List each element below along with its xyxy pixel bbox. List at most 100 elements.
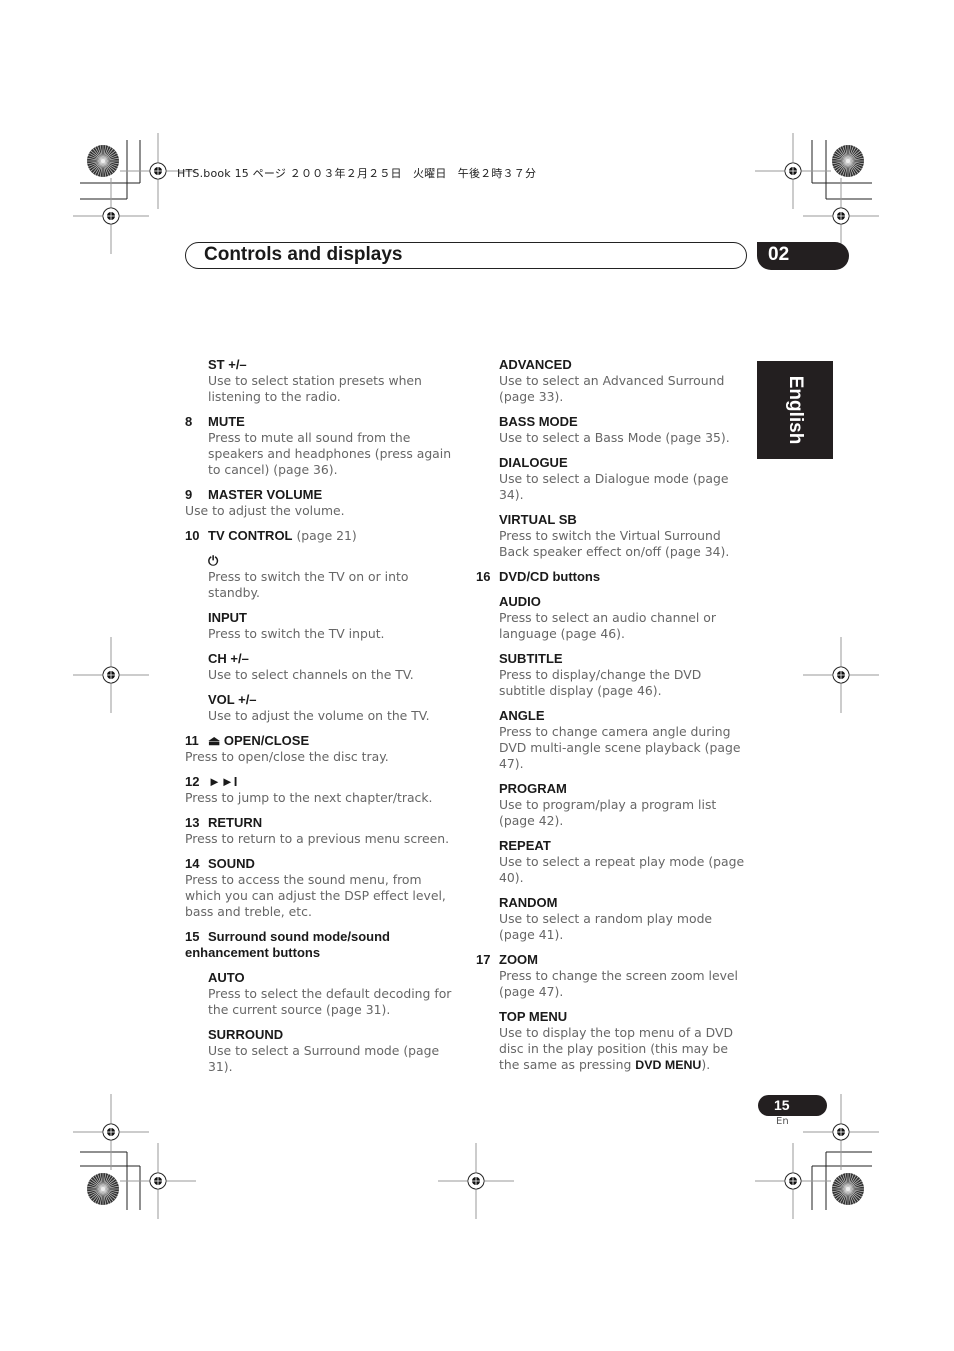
entry-heading: BASS MODE xyxy=(476,414,751,430)
registration-mark-icon xyxy=(73,178,149,254)
entry-description: Press to display/change the DVD subtitle… xyxy=(476,667,751,699)
registration-mark-icon xyxy=(73,637,149,713)
entry-title: Surround sound mode/sound enhancement bu… xyxy=(185,929,390,960)
entry-title: INPUT xyxy=(208,610,247,625)
color-target-icon xyxy=(87,145,119,177)
description-text: Use to adjust the volume. xyxy=(185,503,345,518)
page-number-badge xyxy=(758,1095,827,1116)
description-text: Use to select a random play mode (page 4… xyxy=(499,911,713,942)
description-text: Press to switch the TV on or into standb… xyxy=(208,569,409,600)
entry-heading: 13 RETURN xyxy=(185,815,460,831)
entry-description: Press to mute all sound from the speaker… xyxy=(185,430,460,478)
page-number: 15 xyxy=(774,1097,790,1113)
power-icon: ⏻ xyxy=(208,553,219,568)
entry-title: AUTO xyxy=(208,970,245,985)
entry-number: 12 xyxy=(185,774,200,789)
control-entry: SURROUND Use to select a Surround mode (p… xyxy=(185,1027,460,1075)
description-text: Use to select an Advanced Surround (page… xyxy=(499,373,725,404)
entry-description: Press to return to a previous menu scree… xyxy=(185,831,460,847)
description-text: Use to select a Bass Mode (page 35). xyxy=(499,430,730,445)
entry-title: MASTER VOLUME xyxy=(208,487,323,502)
description-text: Use to select a Surround mode (page 31). xyxy=(208,1043,440,1074)
entry-heading: 15 Surround sound mode/sound enhancement … xyxy=(185,929,460,961)
entry-heading: AUDIO xyxy=(476,594,751,610)
control-entry: 10 TV CONTROL (page 21) xyxy=(185,528,460,544)
description-text: Press to display/change the DVD subtitle… xyxy=(499,667,702,698)
control-entry: 16 DVD/CD buttons xyxy=(476,569,751,585)
entry-heading: RANDOM xyxy=(476,895,751,911)
entry-heading: VOL +/– xyxy=(185,692,460,708)
entry-description: Press to switch the TV input. xyxy=(185,626,460,642)
entry-heading: 12 ►►I xyxy=(185,774,460,790)
control-entry: 17 ZOOM Press to change the screen zoom le… xyxy=(476,952,751,1000)
control-entry: ⏻ Press to switch the TV on or into stand… xyxy=(185,553,460,601)
description-text: Press to switch the Virtual Surround Bac… xyxy=(499,528,730,559)
entry-heading: TOP MENU xyxy=(476,1009,751,1025)
entry-description: Use to select a random play mode (page 4… xyxy=(476,911,751,943)
control-entry: RANDOM Use to select a random play mode (… xyxy=(476,895,751,943)
entry-description: Use to program/play a program list (page… xyxy=(476,797,751,829)
language-tab: English xyxy=(757,361,833,459)
entry-title: AUDIO xyxy=(499,594,541,609)
entry-heading: DIALOGUE xyxy=(476,455,751,471)
entry-title: ZOOM xyxy=(499,952,538,967)
entry-heading: 16 DVD/CD buttons xyxy=(476,569,751,585)
entry-number: 9 xyxy=(185,487,193,502)
entry-heading: VIRTUAL SB xyxy=(476,512,751,528)
entry-title: REPEAT xyxy=(499,838,551,853)
left-column: ST +/– Use to select station presets when… xyxy=(185,357,460,1084)
entry-heading: 8 MUTE xyxy=(185,414,460,430)
control-entry: PROGRAM Use to program/play a program lis… xyxy=(476,781,751,829)
entry-number: 11 xyxy=(185,733,199,748)
entry-description: Press to change camera angle during DVD … xyxy=(476,724,751,772)
registration-mark-icon xyxy=(120,1143,196,1219)
entry-heading: REPEAT xyxy=(476,838,751,854)
entry-number: 10 xyxy=(185,528,200,543)
description-text: Press to switch the TV input. xyxy=(208,626,385,641)
control-entry: BASS MODE Use to select a Bass Mode (page… xyxy=(476,414,751,446)
entry-description: Use to select a Surround mode (page 31). xyxy=(185,1043,460,1075)
entry-heading: ANGLE xyxy=(476,708,751,724)
control-entry: REPEAT Use to select a repeat play mode (… xyxy=(476,838,751,886)
print-info: HTS.book 15 ページ ２００３年２月２５日 火曜日 午後２時３７分 xyxy=(177,167,537,180)
description-text: Press to open/close the disc tray. xyxy=(185,749,389,764)
page-language: En xyxy=(776,1116,789,1127)
control-entry: AUDIO Press to select an audio channel or… xyxy=(476,594,751,642)
control-entry: DIALOGUE Use to select a Dialogue mode (p… xyxy=(476,455,751,503)
control-entry: ST +/– Use to select station presets when… xyxy=(185,357,460,405)
entry-number: 15 xyxy=(185,929,200,944)
control-entry: 8 MUTE Press to mute all sound from the sp… xyxy=(185,414,460,478)
entry-title: SURROUND xyxy=(208,1027,284,1042)
entry-title: DIALOGUE xyxy=(499,455,568,470)
entry-description: Press to select an audio channel or lang… xyxy=(476,610,751,642)
registration-mark-icon xyxy=(438,1143,514,1219)
control-entry: 9 MASTER VOLUME Use to adjust the volume. xyxy=(185,487,460,519)
control-entry: 11 ⏏ OPEN/CLOSE Press to open/close the di… xyxy=(185,733,460,765)
registration-mark-icon xyxy=(755,1143,831,1219)
entry-description: Use to select an Advanced Surround (page… xyxy=(476,373,751,405)
entry-heading: ST +/– xyxy=(185,357,460,373)
entry-description: Press to switch the Virtual Surround Bac… xyxy=(476,528,751,560)
entry-title: TV CONTROL xyxy=(208,528,293,543)
control-entry: CH +/– Use to select channels on the TV. xyxy=(185,651,460,683)
entry-heading: 14 SOUND xyxy=(185,856,460,872)
entry-description: Use to adjust the volume. xyxy=(185,503,460,519)
entry-heading: ADVANCED xyxy=(476,357,751,373)
description-text: Use to program/play a program list (page… xyxy=(499,797,717,828)
section-title: Controls and displays xyxy=(204,244,403,265)
entry-title: RANDOM xyxy=(499,895,558,910)
entry-description: Use to adjust the volume on the TV. xyxy=(185,708,460,724)
entry-title: PROGRAM xyxy=(499,781,567,796)
entry-title: CH +/– xyxy=(208,651,249,666)
entry-title: ANGLE xyxy=(499,708,545,723)
color-target-icon xyxy=(832,145,864,177)
description-text: Press to access the sound menu, from whi… xyxy=(185,872,446,919)
entry-heading: 9 MASTER VOLUME xyxy=(185,487,460,503)
entry-number: 17 xyxy=(476,952,491,967)
next-track-icon: ►►I xyxy=(208,774,238,789)
entry-number: 16 xyxy=(476,569,491,584)
entry-title: SOUND xyxy=(208,856,255,871)
description-text: Press to return to a previous menu scree… xyxy=(185,831,450,846)
entry-title: VIRTUAL SB xyxy=(499,512,577,527)
description-text: Press to select an audio channel or lang… xyxy=(499,610,716,641)
